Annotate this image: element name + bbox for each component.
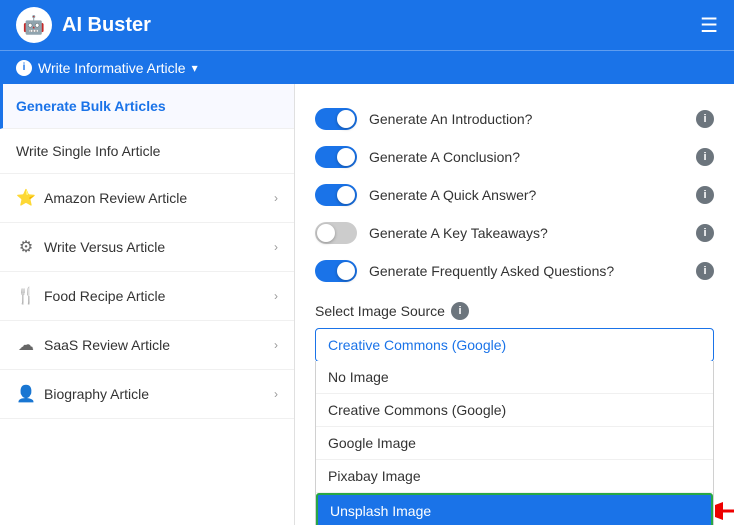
dropdown-item-no-image[interactable]: No Image [316,361,713,394]
app-title: AI Buster [62,14,151,37]
toggle-intro[interactable] [315,108,357,130]
toggle-row-intro: Generate An Introduction? i [315,100,714,138]
sidebar-item-saas-review[interactable]: ☁ SaaS Review Article › [0,321,294,370]
sidebar-label-write-versus: Write Versus Article [44,239,266,255]
dropdown-item-google-image-label: Google Image [328,435,416,451]
sidebar-item-food-recipe[interactable]: 🍴 Food Recipe Article › [0,272,294,321]
toggle-row-faq: Generate Frequently Asked Questions? i [315,252,714,290]
sidebar-item-amazon-review[interactable]: ⭐ Amazon Review Article › [0,174,294,223]
toggle-label-conclusion: Generate A Conclusion? [369,149,684,165]
app-header: 🤖 AI Buster ☰ [0,0,734,50]
toggle-row-key-takeaways: Generate A Key Takeaways? i [315,214,714,252]
sidebar: Generate Bulk Articles Write Single Info… [0,84,295,525]
dropdown-item-google-image[interactable]: Google Image [316,427,713,460]
main-layout: Generate Bulk Articles Write Single Info… [0,84,734,525]
food-chevron-icon: › [274,289,278,303]
sidebar-label-food-recipe: Food Recipe Article [44,288,266,304]
biography-chevron-icon: › [274,387,278,401]
sub-header-chevron-icon[interactable]: ▾ [192,61,198,75]
dropdown-selected-value[interactable]: Creative Commons (Google) [315,328,714,362]
saas-icon: ☁ [16,335,36,355]
sidebar-item-biography[interactable]: 👤 Biography Article › [0,370,294,419]
toggle-faq[interactable] [315,260,357,282]
toggle-row-conclusion: Generate A Conclusion? i [315,138,714,176]
biography-icon: 👤 [16,384,36,404]
versus-chevron-icon: › [274,240,278,254]
toggle-label-key-takeaways: Generate A Key Takeaways? [369,225,684,241]
image-source-label-text: Select Image Source [315,303,445,319]
dropdown-item-pixabay-image[interactable]: Pixabay Image [316,460,713,493]
amazon-icon: ⭐ [16,188,36,208]
toggle-knob-key-takeaways [317,224,335,242]
sidebar-label-saas-review: SaaS Review Article [44,337,266,353]
saas-chevron-icon: › [274,338,278,352]
image-source-label: Select Image Source i [315,302,714,320]
dropdown-item-unsplash[interactable]: Unsplash Image [316,493,713,525]
dropdown-item-unsplash-wrapper: Unsplash Image [316,493,713,525]
dropdown-item-pixabay-image-label: Pixabay Image [328,468,421,484]
toggle-key-takeaways[interactable] [315,222,357,244]
toggle-knob-quick-answer [337,186,355,204]
red-arrow-icon [715,496,734,525]
sidebar-label-write-single: Write Single Info Article [16,143,278,159]
sub-header-label: Write Informative Article [38,60,186,76]
info-icon-conclusion[interactable]: i [696,148,714,166]
sidebar-label-amazon-review: Amazon Review Article [44,190,266,206]
dropdown-list: No Image Creative Commons (Google) Googl… [315,361,714,525]
info-icon-key-takeaways[interactable]: i [696,224,714,242]
header-left: 🤖 AI Buster [16,7,151,43]
sidebar-label-generate-bulk: Generate Bulk Articles [16,98,278,114]
dropdown-item-unsplash-label: Unsplash Image [330,503,431,519]
app-logo: 🤖 [16,7,52,43]
dropdown-item-creative-commons-label: Creative Commons (Google) [328,402,506,418]
info-icon-intro[interactable]: i [696,110,714,128]
sidebar-item-write-single[interactable]: Write Single Info Article [0,129,294,174]
sub-header-info-icon: i [16,60,32,76]
info-icon-faq[interactable]: i [696,262,714,280]
toggle-row-quick-answer: Generate A Quick Answer? i [315,176,714,214]
food-icon: 🍴 [16,286,36,306]
dropdown-item-creative-commons[interactable]: Creative Commons (Google) [316,394,713,427]
info-icon-quick-answer[interactable]: i [696,186,714,204]
toggle-knob-faq [337,262,355,280]
toggle-label-intro: Generate An Introduction? [369,111,684,127]
toggle-label-quick-answer: Generate A Quick Answer? [369,187,684,203]
toggle-conclusion[interactable] [315,146,357,168]
dropdown-item-no-image-label: No Image [328,369,389,385]
toggle-quick-answer[interactable] [315,184,357,206]
hamburger-icon[interactable]: ☰ [700,13,718,38]
amazon-chevron-icon: › [274,191,278,205]
sidebar-item-write-versus[interactable]: ⚙ Write Versus Article › [0,223,294,272]
content-area: Generate An Introduction? i Generate A C… [295,84,734,525]
versus-icon: ⚙ [16,237,36,257]
sub-header: i Write Informative Article ▾ [0,50,734,84]
logo-icon: 🤖 [23,15,45,36]
toggle-knob-conclusion [337,148,355,166]
toggle-label-faq: Generate Frequently Asked Questions? [369,263,684,279]
sidebar-item-generate-bulk[interactable]: Generate Bulk Articles [0,84,294,129]
info-icon-image-source[interactable]: i [451,302,469,320]
toggle-knob-intro [337,110,355,128]
sidebar-label-biography: Biography Article [44,386,266,402]
